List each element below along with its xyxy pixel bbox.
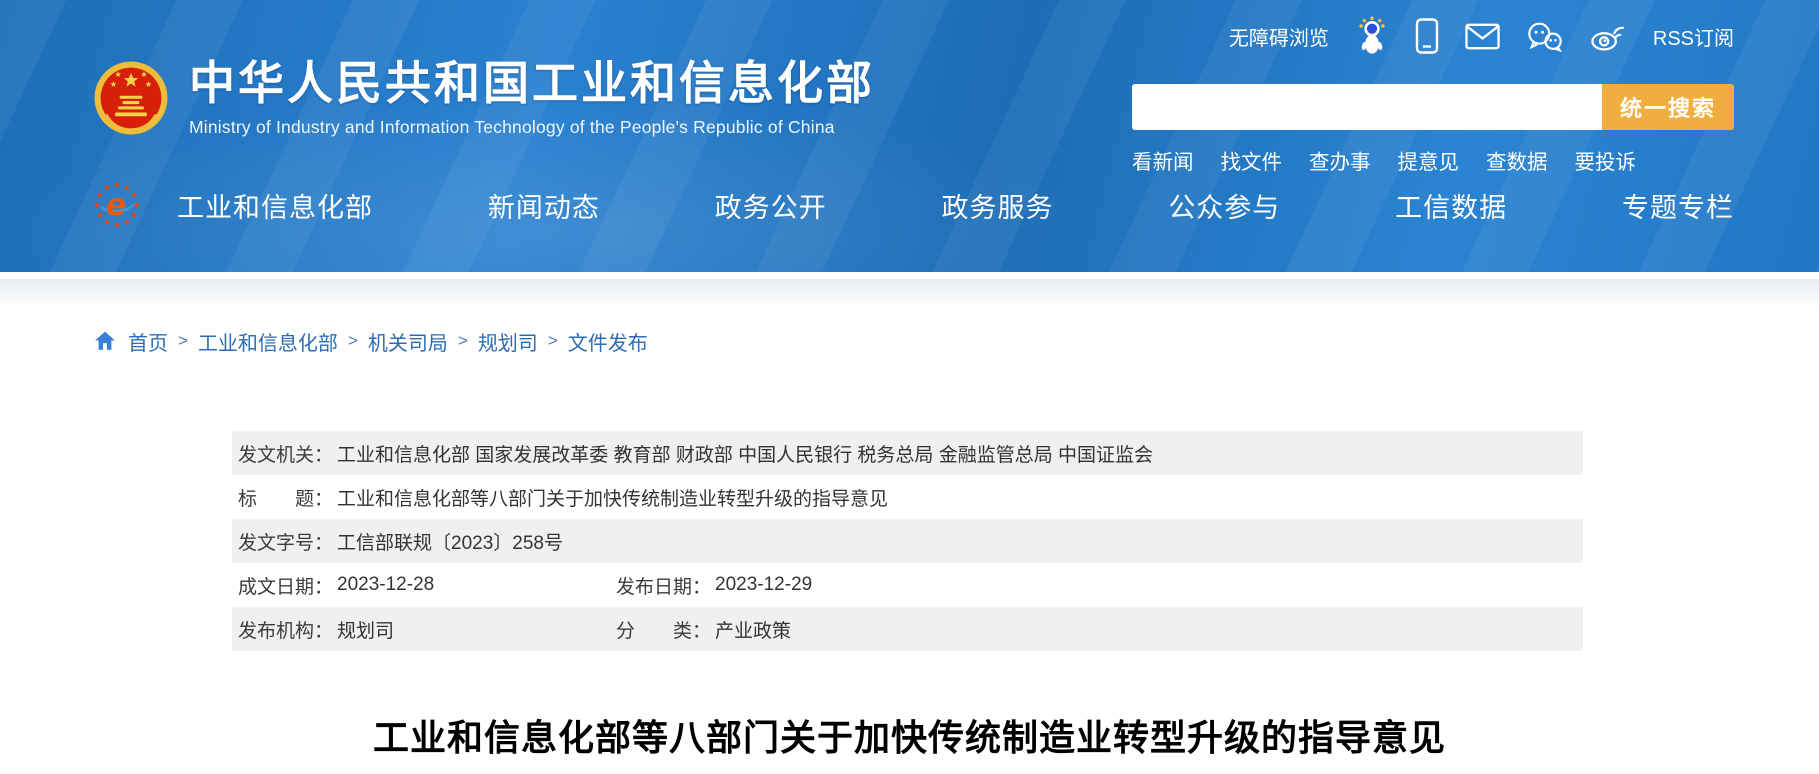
search-input[interactable] bbox=[1132, 84, 1602, 130]
document-title: 工业和信息化部等八部门关于加快传统制造业转型升级的指导意见 bbox=[0, 709, 1819, 761]
breadcrumb-miit[interactable]: 工业和信息化部 bbox=[198, 327, 338, 356]
meta-label: 发布日期： bbox=[616, 572, 711, 599]
unified-search-button[interactable]: 统一搜索 bbox=[1602, 84, 1734, 130]
quick-link-data[interactable]: 查数据 bbox=[1486, 145, 1548, 175]
breadcrumb-separator: > bbox=[178, 331, 188, 351]
header-banner: 无障碍浏览 bbox=[0, 0, 1819, 272]
meta-issuing-agencies: 发文机关： 工业和信息化部 国家发展改革委 教育部 财政部 中国人民银行 税务总… bbox=[232, 440, 1583, 467]
meta-value: 工业和信息化部 国家发展改革委 教育部 财政部 中国人民银行 税务总局 金融监管… bbox=[337, 440, 1153, 467]
document-meta-table: 发文机关： 工业和信息化部 国家发展改革委 教育部 财政部 中国人民银行 税务总… bbox=[232, 431, 1583, 651]
quick-link-suggestions[interactable]: 提意见 bbox=[1398, 145, 1460, 175]
mobile-icon[interactable] bbox=[1415, 18, 1439, 54]
site-title-en: Ministry of Industry and Information Tec… bbox=[189, 117, 875, 138]
nav-item-data[interactable]: 工信数据 bbox=[1395, 186, 1507, 225]
table-row: 成文日期： 2023-12-28 发布日期： 2023-12-29 bbox=[232, 563, 1583, 607]
utility-bar: 无障碍浏览 bbox=[1229, 18, 1734, 54]
nav-items: 工业和信息化部 新闻动态 政务公开 政务服务 公众参与 工信数据 专题专栏 bbox=[177, 186, 1734, 225]
banner-gap bbox=[0, 272, 1819, 279]
meta-label: 分 类： bbox=[616, 616, 711, 643]
nav-item-miit[interactable]: 工业和信息化部 bbox=[177, 186, 373, 225]
search-area: 统一搜索 看新闻 找文件 查办事 提意见 查数据 要投诉 bbox=[1132, 84, 1734, 175]
table-row: 发文机关： 工业和信息化部 国家发展改革委 教育部 财政部 中国人民银行 税务总… bbox=[232, 431, 1583, 475]
page: 无障碍浏览 bbox=[0, 0, 1819, 774]
brand-titles: 中华人民共和国工业和信息化部 Ministry of Industry and … bbox=[189, 58, 875, 138]
svg-text:e: e bbox=[106, 188, 126, 223]
meta-publishing-dept: 发布机构： 规划司 bbox=[232, 616, 610, 643]
quick-link-complaints[interactable]: 要投诉 bbox=[1575, 145, 1637, 175]
meta-label: 发布机构： bbox=[238, 616, 333, 643]
quick-links: 看新闻 找文件 查办事 提意见 查数据 要投诉 bbox=[1132, 145, 1734, 175]
miit-e-logo-icon[interactable]: e bbox=[93, 181, 141, 229]
meta-label: 成文日期： bbox=[238, 572, 333, 599]
mail-icon[interactable] bbox=[1465, 23, 1500, 50]
table-row: 标 题： 工业和信息化部等八部门关于加快传统制造业转型升级的指导意见 bbox=[232, 475, 1583, 519]
nav-item-special-topics[interactable]: 专题专栏 bbox=[1622, 186, 1734, 225]
brand-logo[interactable]: 中华人民共和国工业和信息化部 Ministry of Industry and … bbox=[93, 58, 875, 138]
breadcrumb-home[interactable]: 首页 bbox=[128, 327, 168, 356]
meta-value: 2023-12-28 bbox=[337, 574, 434, 596]
meta-label: 发文机关： bbox=[238, 440, 333, 467]
breadcrumb-separator: > bbox=[348, 331, 358, 351]
nav-item-news[interactable]: 新闻动态 bbox=[488, 186, 600, 225]
meta-doc-number: 发文字号： 工信部联规〔2023〕258号 bbox=[232, 528, 1583, 555]
breadcrumb-document-release[interactable]: 文件发布 bbox=[568, 327, 648, 356]
national-emblem-icon bbox=[93, 60, 169, 136]
quick-link-news[interactable]: 看新闻 bbox=[1132, 145, 1194, 175]
breadcrumb-separator: > bbox=[458, 331, 468, 351]
meta-date-written: 成文日期： 2023-12-28 bbox=[232, 572, 610, 599]
robot-mascot-icon[interactable] bbox=[1355, 16, 1389, 56]
meta-category: 分 类： 产业政策 bbox=[610, 616, 1583, 643]
meta-label: 发文字号： bbox=[238, 528, 333, 555]
wechat-icon[interactable] bbox=[1526, 21, 1564, 52]
table-row: 发文字号： 工信部联规〔2023〕258号 bbox=[232, 519, 1583, 563]
gradient-strip bbox=[0, 279, 1819, 306]
breadcrumb-planning-dept[interactable]: 规划司 bbox=[478, 327, 538, 356]
table-row: 发布机构： 规划司 分 类： 产业政策 bbox=[232, 607, 1583, 651]
quick-link-services[interactable]: 查办事 bbox=[1309, 145, 1371, 175]
meta-value: 产业政策 bbox=[715, 616, 791, 643]
nav-item-gov-services[interactable]: 政务服务 bbox=[941, 186, 1053, 225]
accessibility-link[interactable]: 无障碍浏览 bbox=[1229, 22, 1329, 51]
site-title-cn: 中华人民共和国工业和信息化部 bbox=[189, 58, 875, 109]
rss-link[interactable]: RSS订阅 bbox=[1653, 22, 1734, 51]
nav-item-gov-info[interactable]: 政务公开 bbox=[715, 186, 827, 225]
home-icon bbox=[94, 330, 116, 352]
weibo-icon[interactable] bbox=[1590, 21, 1627, 51]
meta-value: 2023-12-29 bbox=[715, 574, 812, 596]
meta-value: 工业和信息化部等八部门关于加快传统制造业转型升级的指导意见 bbox=[337, 484, 888, 511]
search-row: 统一搜索 bbox=[1132, 84, 1734, 130]
main-nav: e 工业和信息化部 新闻动态 政务公开 政务服务 公众参与 工信数据 专题专栏 bbox=[93, 176, 1734, 234]
nav-item-participation[interactable]: 公众参与 bbox=[1168, 186, 1280, 225]
breadcrumb-departments[interactable]: 机关司局 bbox=[368, 327, 448, 356]
meta-date-published: 发布日期： 2023-12-29 bbox=[610, 572, 1583, 599]
breadcrumb: 首页 > 工业和信息化部 > 机关司局 > 规划司 > 文件发布 bbox=[0, 327, 1819, 355]
meta-value: 工信部联规〔2023〕258号 bbox=[337, 528, 563, 555]
meta-value: 规划司 bbox=[337, 616, 394, 643]
breadcrumb-separator: > bbox=[548, 331, 558, 351]
meta-title: 标 题： 工业和信息化部等八部门关于加快传统制造业转型升级的指导意见 bbox=[232, 484, 1583, 511]
meta-label: 标 题： bbox=[238, 484, 333, 511]
quick-link-documents[interactable]: 找文件 bbox=[1221, 145, 1283, 175]
